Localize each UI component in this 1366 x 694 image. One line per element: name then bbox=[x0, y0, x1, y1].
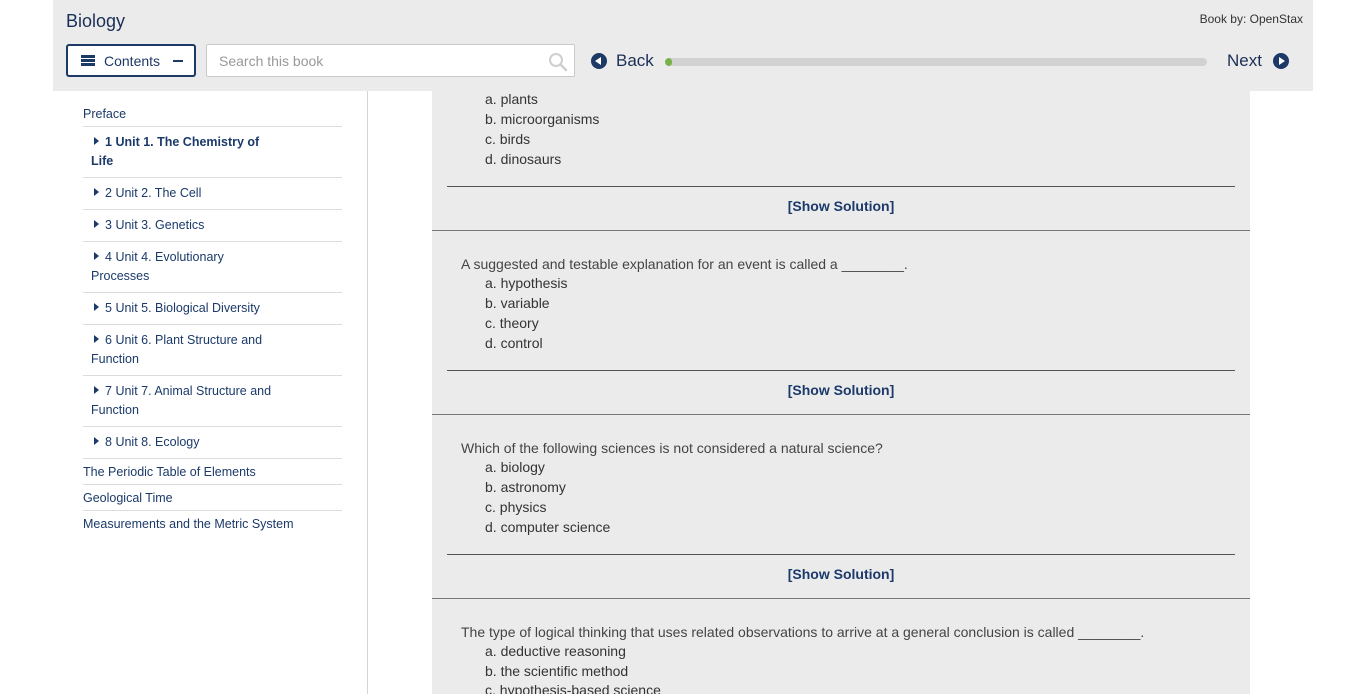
back-label: Back bbox=[616, 51, 654, 70]
question-divider bbox=[432, 598, 1250, 599]
back-arrow-icon bbox=[591, 53, 607, 69]
answer-option: d. control bbox=[485, 335, 543, 351]
question-text: A suggested and testable explanation for… bbox=[461, 256, 908, 272]
toc-unit-number: 6 bbox=[105, 333, 112, 347]
toc-item-unit-5[interactable]: 5 Unit 5. Biological Diversity bbox=[83, 293, 342, 325]
answer-option: c. birds bbox=[485, 131, 531, 147]
search-input[interactable] bbox=[207, 45, 527, 76]
toc-unit-label: Unit 5. Biological Diversity bbox=[115, 301, 260, 315]
answer-option: b. variable bbox=[485, 295, 550, 311]
toc-unit-number: 1 bbox=[105, 135, 112, 149]
progress-fill bbox=[665, 58, 672, 66]
toc-unit-label: Unit 4. Evolutionary bbox=[115, 250, 224, 264]
back-button[interactable]: Back bbox=[591, 51, 654, 71]
answer-option: b. microorganisms bbox=[485, 111, 600, 127]
book-author: Book by: OpenStax bbox=[1199, 12, 1303, 26]
show-solution-button[interactable]: [Show Solution] bbox=[432, 382, 1250, 398]
answer-option: c. hypothesis-based science bbox=[485, 682, 661, 694]
toc-item-measurements[interactable]: Measurements and the Metric System bbox=[83, 511, 342, 536]
caret-right-icon bbox=[94, 386, 99, 394]
question-divider bbox=[432, 230, 1250, 231]
caret-right-icon bbox=[94, 188, 99, 196]
toc-unit-label: Unit 1. The Chemistry of bbox=[115, 135, 260, 149]
toc-unit-number: 2 bbox=[105, 186, 112, 200]
minus-icon bbox=[173, 59, 184, 62]
answer-option: d. computer science bbox=[485, 519, 611, 535]
table-of-contents-sidebar: Preface 1 Unit 1. The Chemistry of Life 2… bbox=[53, 91, 368, 694]
toc-unit-label: Unit 8. Ecology bbox=[115, 435, 200, 449]
show-solution-button[interactable]: [Show Solution] bbox=[432, 198, 1250, 214]
toc-unit-number: 4 bbox=[105, 250, 112, 264]
divider bbox=[447, 370, 1235, 371]
toc-unit-label-cont: Processes bbox=[91, 269, 150, 283]
caret-right-icon bbox=[94, 252, 99, 260]
toc-unit-label: Unit 3. Genetics bbox=[115, 218, 205, 232]
caret-right-icon bbox=[94, 437, 99, 445]
toc-item-unit-6[interactable]: 6 Unit 6. Plant Structure and Function bbox=[83, 325, 342, 376]
toc-item-periodic-table[interactable]: The Periodic Table of Elements bbox=[83, 459, 342, 485]
book-title[interactable]: Biology bbox=[66, 11, 125, 32]
toc-item-unit-3[interactable]: 3 Unit 3. Genetics bbox=[83, 210, 342, 242]
toc-list: Preface 1 Unit 1. The Chemistry of Life 2… bbox=[83, 103, 342, 536]
caret-right-icon bbox=[94, 137, 99, 145]
answer-option: a. biology bbox=[485, 459, 545, 475]
toc-unit-label: Unit 7. Animal Structure and bbox=[115, 384, 272, 398]
answer-option: a. plants bbox=[485, 91, 538, 107]
next-label: Next bbox=[1227, 51, 1262, 70]
toc-item-unit-4[interactable]: 4 Unit 4. Evolutionary Processes bbox=[83, 242, 342, 293]
review-questions-panel: a. plants b. microorganisms c. birds d. … bbox=[432, 91, 1250, 694]
toc-unit-label-cont: Life bbox=[91, 154, 114, 168]
caret-right-icon bbox=[94, 220, 99, 228]
toc-unit-number: 3 bbox=[105, 218, 112, 232]
book-header: Biology Book by: OpenStax Contents Back … bbox=[53, 0, 1313, 91]
answer-option: b. astronomy bbox=[485, 479, 566, 495]
question-text: Which of the following sciences is not c… bbox=[461, 440, 883, 456]
answer-option: c. physics bbox=[485, 499, 547, 515]
contents-label: Contents bbox=[104, 52, 161, 69]
toc-item-unit-1[interactable]: 1 Unit 1. The Chemistry of Life bbox=[83, 127, 342, 178]
toc-unit-label-cont: Function bbox=[91, 403, 139, 417]
toc-item-preface[interactable]: Preface bbox=[83, 103, 342, 127]
show-solution-button[interactable]: [Show Solution] bbox=[432, 566, 1250, 582]
divider bbox=[447, 186, 1235, 187]
toc-item-unit-2[interactable]: 2 Unit 2. The Cell bbox=[83, 178, 342, 210]
next-arrow-icon bbox=[1272, 53, 1289, 69]
caret-right-icon bbox=[94, 335, 99, 343]
toc-unit-number: 5 bbox=[105, 301, 112, 315]
toc-unit-number: 7 bbox=[105, 384, 112, 398]
search-icon[interactable] bbox=[548, 52, 568, 72]
contents-toggle-button[interactable]: Contents bbox=[66, 44, 196, 77]
reading-progress-bar bbox=[665, 58, 1207, 66]
next-button[interactable]: Next bbox=[1227, 51, 1289, 71]
question-divider bbox=[432, 414, 1250, 415]
toc-item-unit-8[interactable]: 8 Unit 8. Ecology bbox=[83, 427, 342, 459]
toc-unit-number: 8 bbox=[105, 435, 112, 449]
toc-unit-label-cont: Function bbox=[91, 352, 139, 366]
search-box bbox=[206, 44, 575, 77]
toc-item-geological-time[interactable]: Geological Time bbox=[83, 485, 342, 511]
toc-unit-label: Unit 6. Plant Structure and bbox=[115, 333, 263, 347]
caret-right-icon bbox=[94, 303, 99, 311]
divider bbox=[447, 554, 1235, 555]
answer-option: b. the scientific method bbox=[485, 663, 629, 679]
list-icon bbox=[81, 55, 95, 66]
answer-option: c. theory bbox=[485, 315, 539, 331]
answer-option: a. deductive reasoning bbox=[485, 643, 626, 659]
question-text: The type of logical thinking that uses r… bbox=[461, 624, 1145, 640]
answer-option: a. hypothesis bbox=[485, 275, 568, 291]
toc-item-unit-7[interactable]: 7 Unit 7. Animal Structure and Function bbox=[83, 376, 342, 427]
answer-option: d. dinosaurs bbox=[485, 151, 562, 167]
toc-unit-label: Unit 2. The Cell bbox=[115, 186, 202, 200]
